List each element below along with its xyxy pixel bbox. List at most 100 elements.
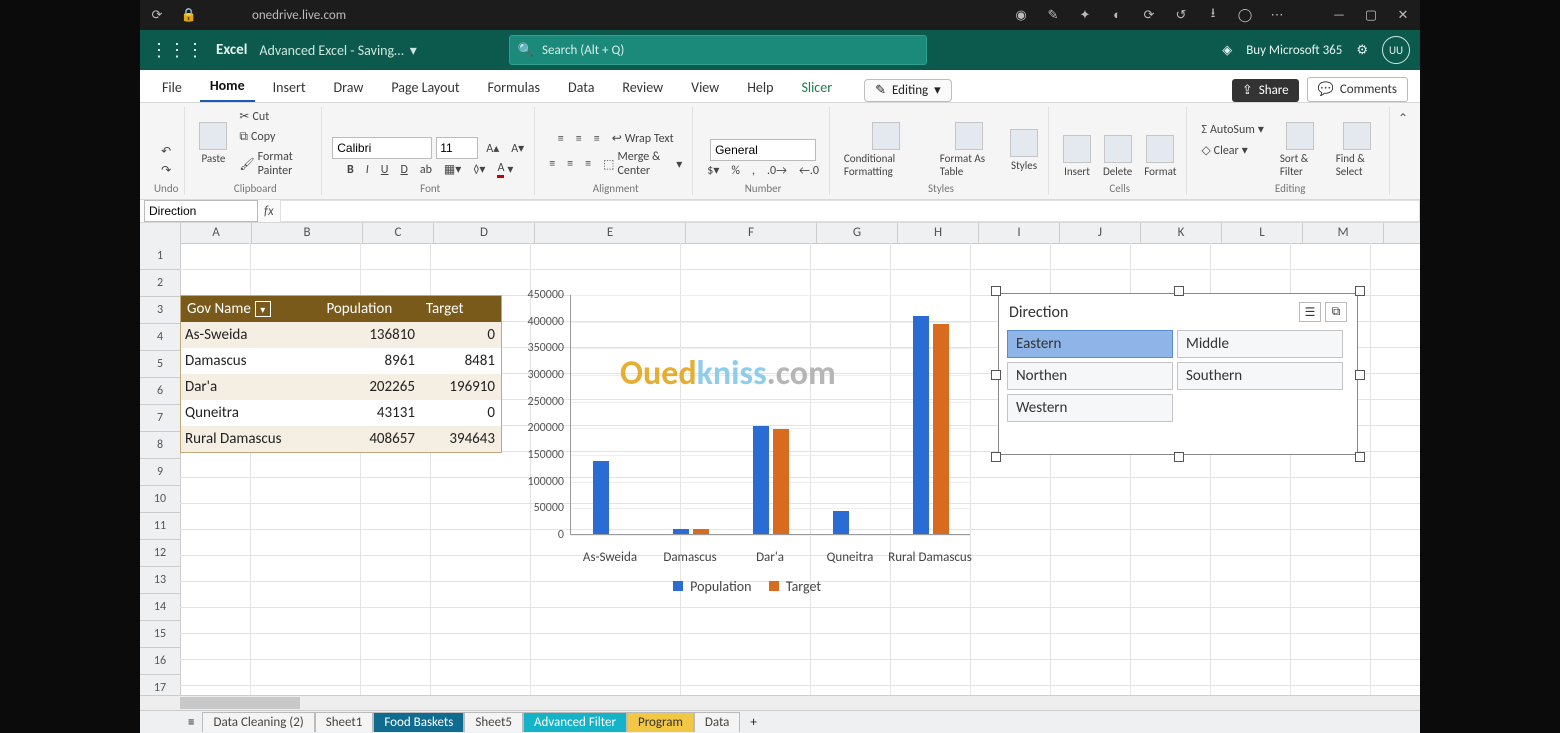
comma-button[interactable]: , [748,162,759,180]
column-header[interactable]: H [898,223,979,243]
align-top[interactable]: ≡ [554,130,568,148]
column-header[interactable]: E [535,223,686,243]
column-header[interactable]: K [1141,223,1222,243]
cell-styles-button[interactable]: Styles [1006,127,1042,174]
tab-review[interactable]: Review [612,73,673,102]
slicer-option[interactable]: Western [1007,394,1173,422]
column-header[interactable]: J [1060,223,1141,243]
table-row[interactable]: Dar'a202265196910 [181,374,501,400]
row-header[interactable]: 10 [140,486,180,513]
download-icon[interactable]: ⭳ [1204,6,1222,24]
currency-button[interactable]: $▾ [703,161,723,180]
row-header[interactable]: 6 [140,378,180,405]
double-underline-button[interactable]: D [396,161,411,179]
font-size-select[interactable] [436,137,478,159]
inc-decimal-button[interactable]: .0→ [763,162,791,180]
sheet-tab-food-baskets[interactable]: Food Baskets [373,712,464,732]
percent-button[interactable]: % [727,162,744,180]
ext-icon-1[interactable]: ◉ [1012,6,1030,24]
collapse-ribbon-button[interactable]: ⌃ [1394,107,1412,130]
row-header[interactable]: 13 [140,567,180,594]
format-as-table-button[interactable]: Format As Table [936,120,1002,180]
column-header[interactable]: L [1222,223,1303,243]
sort-filter-button[interactable]: Sort & Filter [1276,120,1324,180]
clear-button[interactable]: ◇ Clear▾ [1197,141,1267,160]
refresh-icon[interactable]: ⟳ [148,6,166,24]
data-table[interactable]: Gov Name ▾ Population Target As-Sweida13… [180,295,502,453]
tab-formulas[interactable]: Formulas [478,73,550,102]
align-center[interactable]: ≡ [563,155,577,173]
row-header[interactable]: 5 [140,351,180,378]
row-header[interactable]: 4 [140,324,180,351]
column-header[interactable]: G [817,223,898,243]
bold-button[interactable]: B [343,161,358,179]
wrap-text-button[interactable]: ↩ Wrap Text [608,129,678,148]
tab-file[interactable]: File [152,73,192,102]
align-left[interactable]: ≡ [545,155,559,173]
table-row[interactable]: Rural Damascus408657394643 [181,426,501,452]
fill-color-button[interactable]: ◊▾ [469,160,489,179]
number-format-select[interactable] [710,139,816,161]
increase-font-button[interactable]: A▴ [482,139,503,158]
column-headers[interactable]: ABCDEFGHIJKLM [140,223,1420,244]
tab-home[interactable]: Home [200,71,255,102]
row-header[interactable]: 17 [140,675,180,695]
formula-bar[interactable] [280,200,1420,222]
row-header[interactable]: 14 [140,594,180,621]
slicer-direction[interactable]: Direction ☰ ⧉ EasternMiddleNorthenSouthe… [998,293,1358,455]
address-url[interactable]: onedrive.live.com [252,8,346,23]
tab-data[interactable]: Data [558,73,604,102]
chevron-down-icon[interactable]: ▾ [410,42,417,59]
table-row[interactable]: Quneitra431310 [181,400,501,426]
cells-format-button[interactable]: Format [1140,133,1180,180]
sheet-tab-sheet5[interactable]: Sheet5 [464,712,523,732]
profile-icon[interactable]: ◯ [1236,6,1254,24]
slicer-clear-filter-icon[interactable]: ⧉ [1325,302,1347,322]
paste-button[interactable]: Paste [195,120,231,167]
share-button[interactable]: ⇪ Share [1232,79,1299,102]
dec-decimal-button[interactable]: ←.0 [795,162,823,180]
select-all-corner[interactable] [140,223,181,243]
app-launcher-icon[interactable]: ⋮⋮⋮ [150,39,204,61]
undo-button[interactable]: ↶ [157,142,175,161]
column-header[interactable]: B [252,223,363,243]
find-select-button[interactable]: Find & Select [1332,120,1383,180]
more-icon[interactable]: ⋯ [1268,6,1286,24]
column-header[interactable]: A [181,223,252,243]
settings-icon[interactable]: ⚙ [1356,43,1368,58]
sheet-tab-strip[interactable]: ≡ Data Cleaning (2) Sheet1 Food Baskets … [140,710,1420,733]
align-middle[interactable]: ≡ [572,130,586,148]
horizontal-scrollbar[interactable] [140,695,1420,710]
align-bottom[interactable]: ≡ [590,130,604,148]
bar-chart[interactable]: Population Target 0500001000001500002000… [510,295,970,595]
buy-link[interactable]: Buy Microsoft 365 [1246,43,1342,58]
font-color-button[interactable]: A▾ [493,159,517,180]
row-header[interactable]: 7 [140,405,180,432]
cells-insert-button[interactable]: Insert [1059,133,1095,180]
sheet-tab-data[interactable]: Data [694,712,741,732]
tab-page-layout[interactable]: Page Layout [381,73,469,102]
autosum-button[interactable]: Σ AutoSum▾ [1197,120,1267,139]
row-header[interactable]: 16 [140,648,180,675]
window-maximize[interactable]: ▢ [1362,6,1380,24]
copy-button[interactable]: ⧉ Copy [235,128,315,146]
fx-icon[interactable]: fx [258,204,280,219]
column-header[interactable]: I [979,223,1060,243]
window-minimize[interactable]: — [1330,6,1348,24]
row-header[interactable]: 9 [140,459,180,486]
underline-button[interactable]: U [377,161,393,179]
history-icon[interactable]: ↺ [1172,6,1190,24]
tab-draw[interactable]: Draw [324,73,374,102]
tab-help[interactable]: Help [737,73,783,102]
global-search[interactable]: 🔍 Search (Alt + Q) [509,35,927,65]
merge-center-button[interactable]: ⬚ Merge & Center ▾ [599,148,686,180]
table-header-name[interactable]: Gov Name ▾ [181,300,320,318]
borders-button[interactable]: ▦▾ [440,160,465,179]
tab-view[interactable]: View [681,73,729,102]
name-box[interactable] [144,200,258,222]
ext-icon-4[interactable]: ◐ [1108,6,1126,24]
italic-button[interactable]: I [362,161,373,179]
window-close[interactable]: ✕ [1394,6,1412,24]
row-headers[interactable]: 1234567891011121314151617 [140,243,181,695]
column-header[interactable]: C [363,223,434,243]
